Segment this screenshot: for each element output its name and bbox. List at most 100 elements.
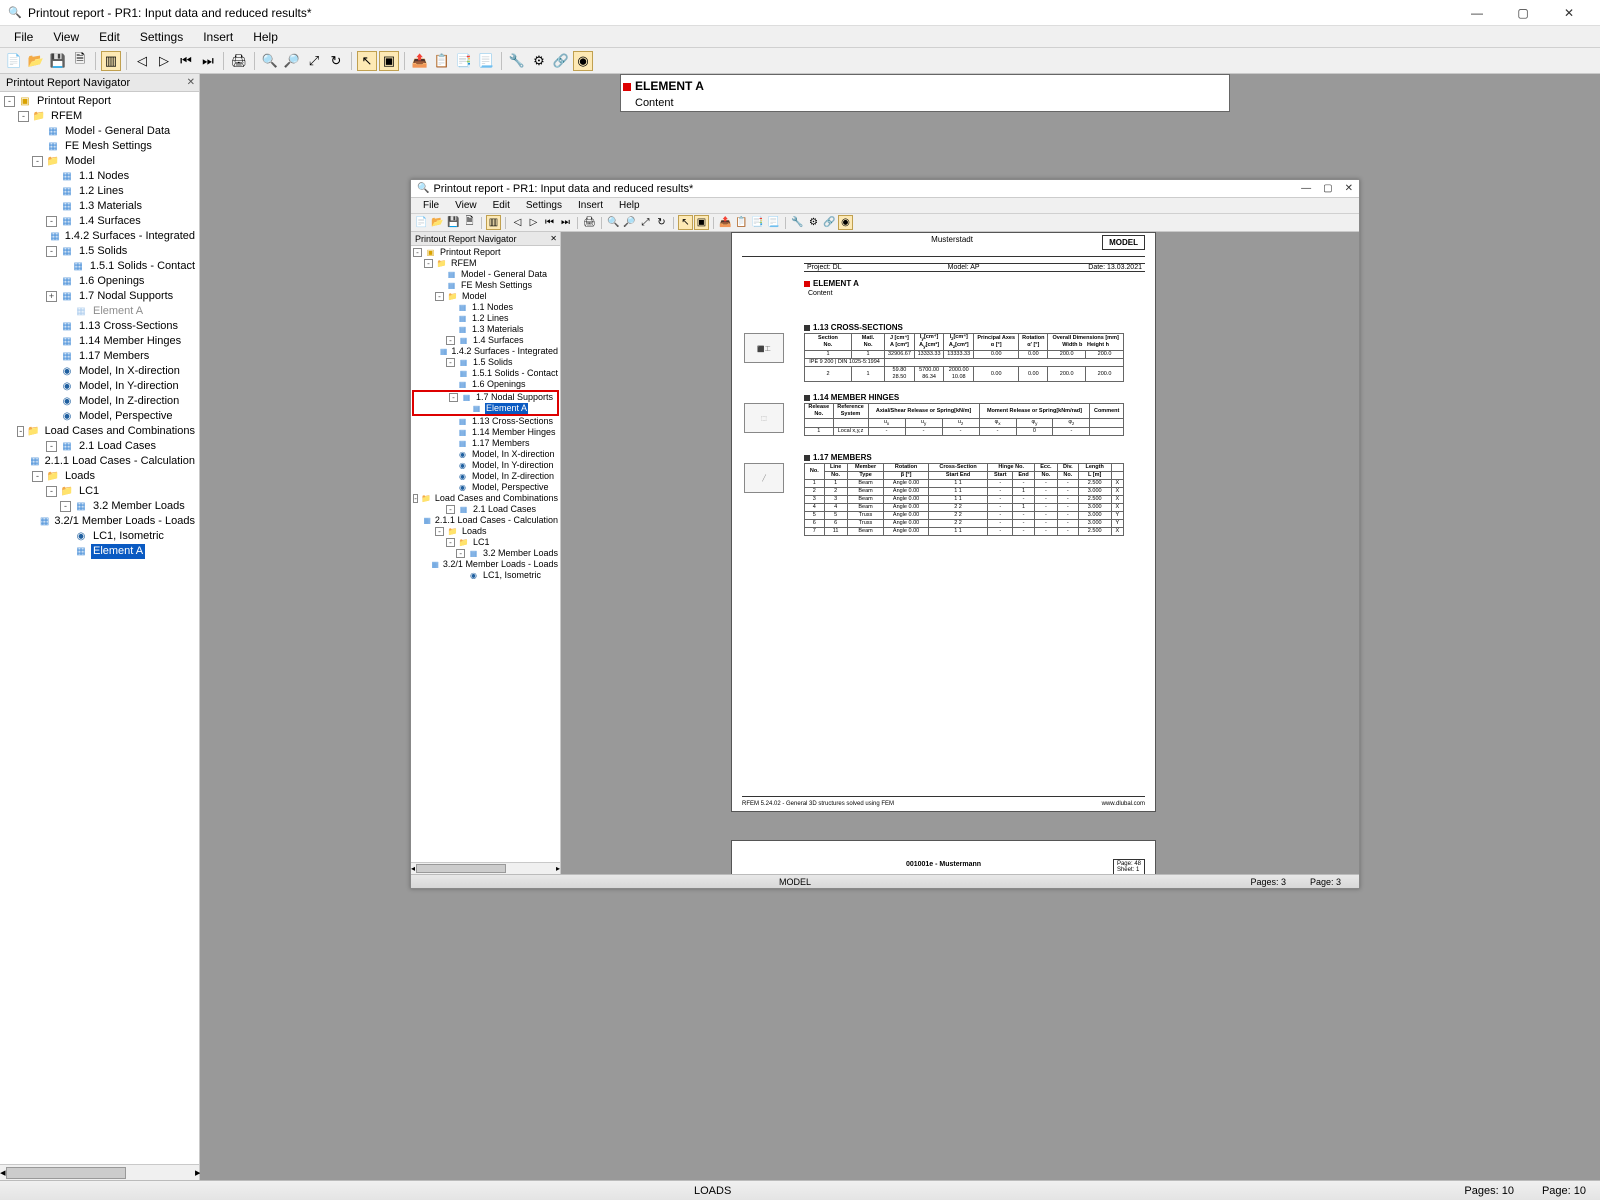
- tool1-icon[interactable]: 🔧: [507, 51, 527, 71]
- tree-my[interactable]: Model, In Y-direction: [77, 379, 181, 394]
- inner-tool1-icon[interactable]: 🔧: [790, 215, 805, 230]
- inner-tree-13[interactable]: 1.3 Materials: [471, 324, 525, 335]
- zoom-page-icon[interactable]: 🔍: [260, 51, 280, 71]
- inner-tree-mz[interactable]: Model, In Z-direction: [471, 471, 555, 482]
- export3-icon[interactable]: 📑: [454, 51, 474, 71]
- tree-15[interactable]: 1.5 Solids: [77, 244, 129, 259]
- tree-151[interactable]: 1.5.1 Solids - Contact: [88, 259, 197, 274]
- inner-tree-fe[interactable]: FE Mesh Settings: [460, 280, 533, 291]
- first-icon[interactable]: ⏮: [176, 51, 196, 71]
- tree-17[interactable]: 1.7 Nodal Supports: [77, 289, 175, 304]
- tree-21[interactable]: 2.1 Load Cases: [77, 439, 158, 454]
- tree-rfem[interactable]: RFEM: [49, 109, 84, 124]
- inner-tree-mp[interactable]: Model, Perspective: [471, 482, 550, 493]
- inner-tree-12[interactable]: 1.2 Lines: [471, 313, 510, 324]
- saveas-icon[interactable]: 🗎: [70, 51, 90, 71]
- tool4-icon[interactable]: ◉: [573, 51, 593, 71]
- inner-tree-rfem[interactable]: RFEM: [450, 258, 478, 269]
- inner-tree-mg[interactable]: Model - General Data: [460, 269, 548, 280]
- inner-maximize-button[interactable]: ▢: [1323, 183, 1332, 194]
- tree-32[interactable]: 3.2 Member Loads: [91, 499, 187, 514]
- tree-mx[interactable]: Model, In X-direction: [77, 364, 182, 379]
- maximize-button[interactable]: ▢: [1500, 0, 1546, 26]
- inner-tree-113[interactable]: 1.13 Cross-Sections: [471, 416, 554, 427]
- cursor-icon[interactable]: ↖: [357, 51, 377, 71]
- inner-refresh-icon[interactable]: ↻: [654, 215, 669, 230]
- tree-11[interactable]: 1.1 Nodes: [77, 169, 131, 184]
- inner-tree-211[interactable]: 2.1.1 Load Cases - Calculation: [434, 515, 559, 526]
- navigator-close-icon[interactable]: ✕: [187, 77, 195, 88]
- inner-tool3-icon[interactable]: 🔗: [822, 215, 837, 230]
- inner-zoom3-icon[interactable]: ⤢: [638, 215, 653, 230]
- inner-tree-151[interactable]: 1.5.1 Solids - Contact: [471, 368, 559, 379]
- inner-tree-lc1[interactable]: LC1: [472, 537, 491, 548]
- inner-last-icon[interactable]: ⏭: [558, 215, 573, 230]
- last-icon[interactable]: ⏭: [198, 51, 218, 71]
- inner-tree-16[interactable]: 1.6 Openings: [471, 379, 527, 390]
- inner-tree[interactable]: -▣Printout Report -📁RFEM ▦Model - Genera…: [411, 246, 560, 862]
- tree-element-a[interactable]: Element A: [91, 544, 145, 559]
- tree-loads[interactable]: Loads: [63, 469, 97, 484]
- next-icon[interactable]: ▷: [154, 51, 174, 71]
- inner-tree-14[interactable]: 1.4 Surfaces: [472, 335, 525, 346]
- inner-tree-142[interactable]: 1.4.2 Surfaces - Integrated: [450, 346, 559, 357]
- inner-tool2-icon[interactable]: ⚙: [806, 215, 821, 230]
- inner-tree-model[interactable]: Model: [461, 291, 488, 302]
- tree-113[interactable]: 1.13 Cross-Sections: [77, 319, 180, 334]
- inner-select-icon[interactable]: ▣: [694, 215, 709, 230]
- inner-tree-321[interactable]: 3.2/1 Member Loads - Loads: [442, 559, 559, 570]
- menu-insert[interactable]: Insert: [193, 28, 243, 46]
- tree-mp[interactable]: Model, Perspective: [77, 409, 175, 424]
- inner-minimize-button[interactable]: —: [1301, 183, 1311, 194]
- tree-root[interactable]: Printout Report: [35, 94, 113, 109]
- inner-tree-lciso[interactable]: LC1, Isometric: [482, 570, 542, 581]
- inner-exp1-icon[interactable]: 📤: [718, 215, 733, 230]
- tree-lc1[interactable]: LC1: [77, 484, 101, 499]
- inner-nav-hscroll[interactable]: ◂▸: [411, 862, 560, 874]
- tree-mz[interactable]: Model, In Z-direction: [77, 394, 181, 409]
- tool3-icon[interactable]: 🔗: [551, 51, 571, 71]
- inner-tree-32[interactable]: 3.2 Member Loads: [482, 548, 559, 559]
- tree-211[interactable]: 2.1.1 Load Cases - Calculation: [43, 454, 197, 469]
- expander-icon[interactable]: -: [4, 96, 15, 107]
- print-icon[interactable]: 🖨: [229, 51, 249, 71]
- nav-hscroll[interactable]: ◂▸: [0, 1164, 199, 1180]
- zoom-width-icon[interactable]: 🔎: [282, 51, 302, 71]
- minimize-button[interactable]: —: [1454, 0, 1500, 26]
- inner-tree-117[interactable]: 1.17 Members: [471, 438, 531, 449]
- inner-first-icon[interactable]: ⏮: [542, 215, 557, 230]
- inner-tree-mx[interactable]: Model, In X-direction: [471, 449, 556, 460]
- tree-114[interactable]: 1.14 Member Hinges: [77, 334, 183, 349]
- tool2-icon[interactable]: ⚙: [529, 51, 549, 71]
- tree-12[interactable]: 1.2 Lines: [77, 184, 126, 199]
- inner-exp4-icon[interactable]: 📃: [766, 215, 781, 230]
- inner-tree-21[interactable]: 2.1 Load Cases: [472, 504, 537, 515]
- export-icon[interactable]: 📤: [410, 51, 430, 71]
- inner-menu-insert[interactable]: Insert: [570, 200, 611, 211]
- save-icon[interactable]: 💾: [48, 51, 68, 71]
- tree-fe-mesh[interactable]: FE Mesh Settings: [63, 139, 154, 154]
- inner-tree-element-a[interactable]: Element A: [485, 403, 528, 414]
- inner-tree-15[interactable]: 1.5 Solids: [472, 357, 514, 368]
- close-button[interactable]: ✕: [1546, 0, 1592, 26]
- menu-edit[interactable]: Edit: [89, 28, 130, 46]
- inner-cursor-icon[interactable]: ↖: [678, 215, 693, 230]
- refresh-icon[interactable]: ↻: [326, 51, 346, 71]
- inner-zoom2-icon[interactable]: 🔎: [622, 215, 637, 230]
- inner-open-icon[interactable]: 📂: [430, 215, 445, 230]
- inner-tool4-icon[interactable]: ◉: [838, 215, 853, 230]
- tree-321[interactable]: 3.2/1 Member Loads - Loads: [52, 514, 197, 529]
- prev-icon[interactable]: ◁: [132, 51, 152, 71]
- inner-nav-close-icon[interactable]: ✕: [550, 234, 557, 243]
- tree-14[interactable]: 1.4 Surfaces: [77, 214, 143, 229]
- navigator-tree[interactable]: -▣Printout Report -📁RFEM ▦Model - Genera…: [0, 92, 199, 1164]
- tree-model[interactable]: Model: [63, 154, 97, 169]
- inner-tree-11[interactable]: 1.1 Nodes: [471, 302, 514, 313]
- open-icon[interactable]: 📂: [26, 51, 46, 71]
- inner-navtoggle-icon[interactable]: ▥: [486, 215, 501, 230]
- tree-117[interactable]: 1.17 Members: [77, 349, 151, 364]
- inner-tree-root[interactable]: Printout Report: [439, 247, 502, 258]
- inner-tree-17[interactable]: 1.7 Nodal Supports: [475, 392, 554, 403]
- inner-menu-settings[interactable]: Settings: [518, 200, 570, 211]
- inner-menu-help[interactable]: Help: [611, 200, 648, 211]
